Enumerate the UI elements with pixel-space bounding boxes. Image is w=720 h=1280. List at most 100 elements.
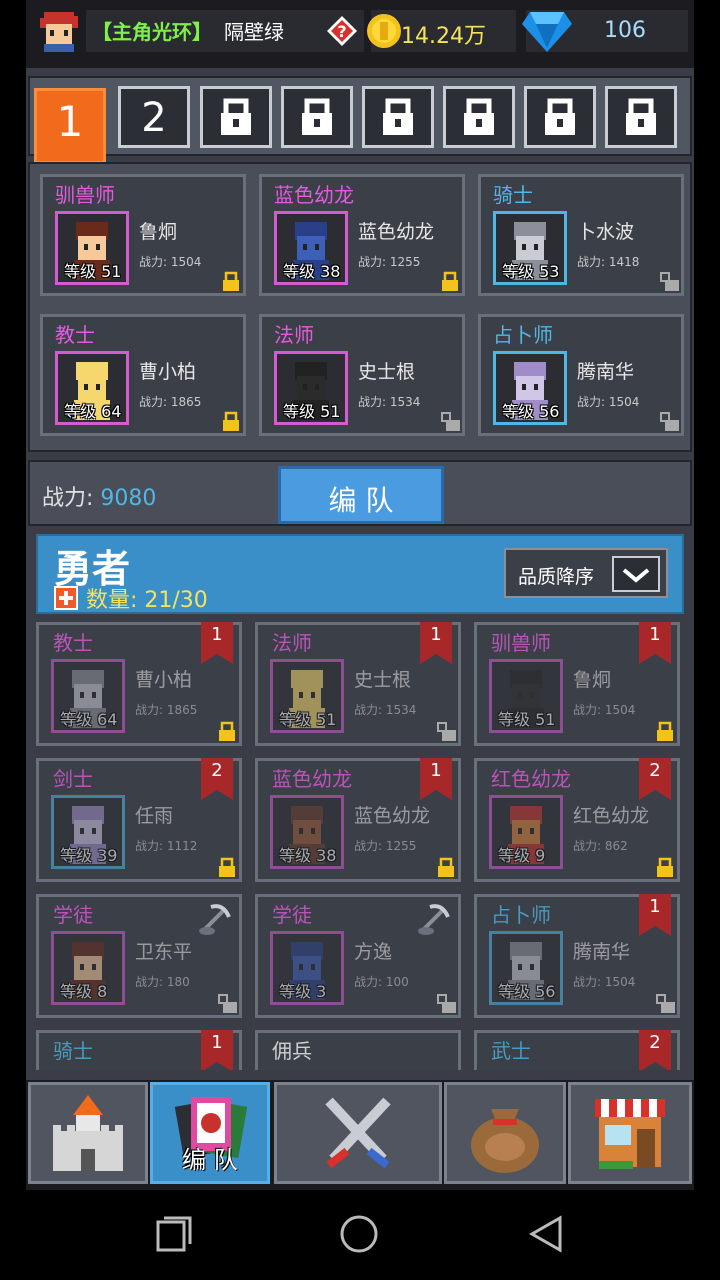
locked-icon[interactable] [436,857,456,877]
hero-name: 卫东平 [135,941,193,963]
hero-card[interactable]: 蓝色幼龙 等级 38 蓝色幼龙 战力: 1255 1 [255,758,461,882]
formation-slot[interactable]: 驯兽师 等级 51 鲁炯 战力: 1504 [40,174,246,296]
locked-icon[interactable] [655,721,675,741]
sort-dropdown[interactable]: 品质降序 [504,548,668,598]
hero-card[interactable]: 佣兵 [255,1030,461,1070]
team-tabs: 1 2 [28,76,692,164]
nav-bag[interactable] [444,1082,566,1184]
team-tab-locked[interactable] [281,86,353,148]
pickaxe-icon [418,904,450,935]
hero-level: 等级 51 [283,402,341,421]
lock-icon [545,98,575,135]
hero-list: 教士 等级 64 曹小柏 战力: 1865 1 法师 等级 51 史士根 战力: 1534 1 驯兽… [28,616,692,1070]
unlocked-icon[interactable] [436,721,456,741]
hero-name: 蓝色幼龙 [358,221,435,243]
team-tab-2[interactable]: 2 [118,86,190,148]
locked-icon[interactable] [217,721,237,741]
hero-level: 等级 51 [498,710,556,729]
hero-power: 战力: 1418 [577,255,640,269]
locked-icon[interactable] [221,411,241,431]
player-title-box[interactable]: 【主角光环】 隔壁绿 ? [86,10,364,52]
team-tab-locked[interactable] [524,86,596,148]
unlocked-icon[interactable] [655,993,675,1013]
star-rank-value: 1 [430,624,442,645]
team-tab-1[interactable]: 1 [34,88,106,164]
help-icon[interactable]: ? [326,15,358,47]
formation-slot[interactable]: 骑士 等级 53 卜水波 战力: 1418 [478,174,684,296]
game-screen: 【主角光环】 隔壁绿 ? 14.24万 106 1 2 驯兽师 等级 51 鲁炯… [26,0,694,1190]
team-tab-number: 1 [56,97,84,146]
add-hero-icon[interactable] [54,586,78,610]
nav-battle[interactable] [274,1082,442,1184]
formation-slot[interactable]: 占卜师 等级 56 腾南华 战力: 1504 [478,314,684,436]
locked-icon[interactable] [655,857,675,877]
formation-slot[interactable]: 法师 等级 51 史士根 战力: 1534 [259,314,465,436]
team-tab-locked[interactable] [362,86,434,148]
hero-name: 蓝色幼龙 [354,805,431,827]
hero-card[interactable]: 学徒 等级 3 方逸 战力: 100 [255,894,461,1018]
star-rank-value: 2 [649,1032,661,1053]
unlocked-icon[interactable] [659,271,679,291]
hero-level: 等级 3 [279,982,327,1001]
star-rank-value: 2 [649,760,661,781]
hero-level: 等级 53 [502,262,560,281]
hero-level: 等级 51 [279,710,337,729]
formation-slot[interactable]: 蓝色幼龙 等级 38 蓝色幼龙 战力: 1255 [259,174,465,296]
hero-level: 等级 9 [498,846,546,865]
hero-class: 蓝色幼龙 [272,767,352,791]
team-tab-locked[interactable] [200,86,272,148]
unlocked-icon[interactable] [659,411,679,431]
hero-level: 等级 38 [283,262,341,281]
hero-card[interactable]: 驯兽师 等级 51 鲁炯 战力: 1504 1 [474,622,680,746]
formation-button[interactable]: 编 队 [278,466,444,524]
recent-apps-icon[interactable] [154,1214,194,1254]
unlocked-icon[interactable] [217,993,237,1013]
lock-icon [221,98,251,135]
hero-card[interactable]: 骑士 1 [36,1030,242,1070]
back-icon[interactable] [526,1214,566,1254]
nav-shop[interactable] [568,1082,692,1184]
hero-card[interactable]: 武士 2 [474,1030,680,1070]
team-power-row: 战力: 9080 编 队 [28,460,692,526]
hero-power: 战力: 1504 [573,975,636,989]
team-tab-locked[interactable] [605,86,677,148]
unlocked-icon[interactable] [440,411,460,431]
home-icon[interactable] [337,1212,381,1256]
hero-name: 卜水波 [577,221,635,243]
star-rank-badge: 2 [639,758,671,800]
star-rank-value: 1 [649,624,661,645]
locked-icon[interactable] [440,271,460,291]
hero-card[interactable]: 占卜师 等级 56 腾南华 战力: 1504 1 [474,894,680,1018]
hero-portrait: 等级 38 [274,211,348,285]
gem-box: 106 [522,10,688,52]
hero-name: 曹小柏 [139,361,197,383]
hero-name: 史士根 [354,669,412,691]
hero-portrait: 等级 51 [274,351,348,425]
shop-icon [595,1099,665,1169]
player-avatar[interactable] [36,8,82,54]
hero-portrait: 等级 56 [489,931,563,1005]
locked-icon[interactable] [217,857,237,877]
hero-card[interactable]: 法师 等级 51 史士根 战力: 1534 1 [255,622,461,746]
hero-level: 等级 56 [502,402,560,421]
hero-portrait: 等级 51 [55,211,129,285]
hero-power: 战力: 1865 [139,395,202,409]
unlocked-icon[interactable] [436,993,456,1013]
hero-class: 学徒 [53,903,93,927]
formation-slot[interactable]: 教士 等级 64 曹小柏 战力: 1865 [40,314,246,436]
nav-castle[interactable] [28,1082,148,1184]
sort-toggle[interactable] [612,556,660,592]
hero-card[interactable]: 红色幼龙 等级 9 红色幼龙 战力: 862 2 [474,758,680,882]
star-rank-badge: 1 [639,894,671,936]
star-rank-value: 1 [211,1032,223,1053]
hero-card[interactable]: 学徒 等级 8 卫东平 战力: 180 [36,894,242,1018]
locked-icon[interactable] [221,271,241,291]
hero-card[interactable]: 教士 等级 64 曹小柏 战力: 1865 1 [36,622,242,746]
hero-level: 等级 38 [279,846,337,865]
team-tab-locked[interactable] [443,86,515,148]
sort-label: 品质降序 [518,566,595,588]
nav-formation[interactable]: 编 队 [150,1082,270,1184]
hero-name: 鲁炯 [139,221,178,243]
pickaxe-icon [199,904,231,935]
hero-card[interactable]: 剑士 等级 39 任雨 战力: 1112 2 [36,758,242,882]
